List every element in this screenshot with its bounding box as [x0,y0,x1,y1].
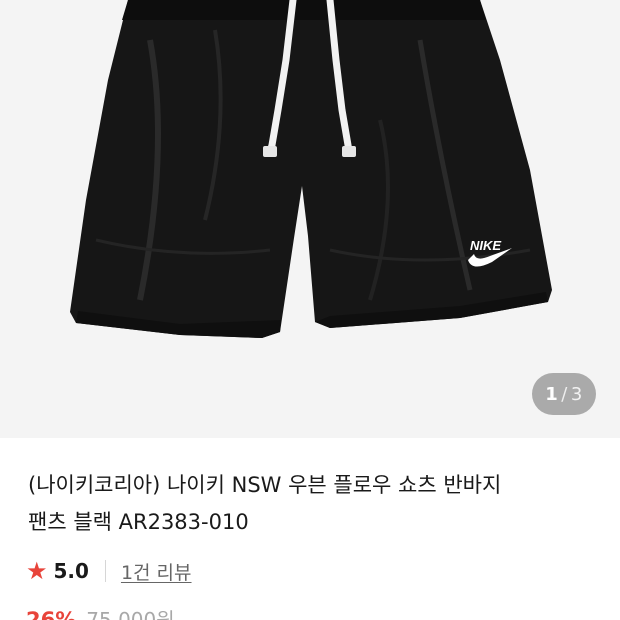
product-title-line1: (나이키코리아) 나이키 NSW 우븐 플로우 쇼츠 반바지 [28,473,502,497]
star-icon: ★ [26,557,48,585]
product-title: (나이키코리아) 나이키 NSW 우븐 플로우 쇼츠 반바지 팬츠 블랙 AR2… [28,467,598,541]
rating-divider [104,560,106,582]
image-counter-separator: / [561,383,568,405]
rating-row: ★ 5.0 1건 리뷰 [26,556,192,586]
discount-rate: 26% [26,608,77,620]
rating-score: 5.0 [53,559,89,583]
product-info: (나이키코리아) 나이키 NSW 우븐 플로우 쇼츠 반바지 팬츠 블랙 AR2… [0,438,620,620]
product-title-line2: 팬츠 블랙 AR2383-010 [28,510,249,534]
image-counter: 1 / 3 [532,373,596,415]
product-image: NIKE [70,0,552,338]
image-counter-current: 1 [545,383,559,405]
original-price: 75,000원 [86,608,175,620]
price-row: 26% 75,000원 [26,604,175,620]
image-counter-total: 3 [570,383,583,405]
product-image-carousel[interactable]: NIKE 1 / 3 [0,0,620,438]
product-page: NIKE 1 / 3 (나이키코리아) 나이키 NSW 우븐 플로우 쇼츠 반바… [0,0,620,620]
review-count-link[interactable]: 1건 리뷰 [121,558,192,585]
brand-logo-text: NIKE [470,238,501,253]
